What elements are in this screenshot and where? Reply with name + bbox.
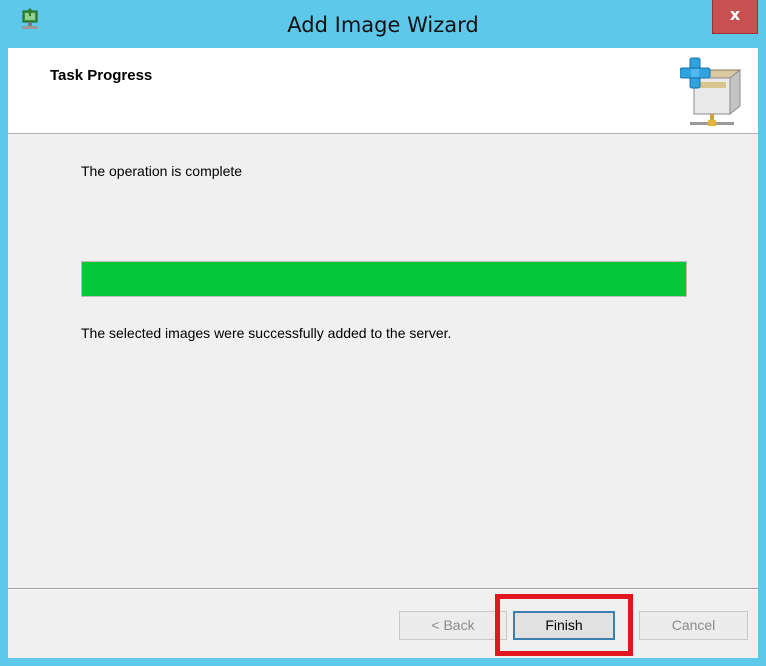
progress-bar-fill [82,262,686,296]
finish-button[interactable]: Finish [513,611,615,640]
result-message: The selected images were successfully ad… [81,325,452,341]
wizard-header: Task Progress [8,48,758,134]
back-button[interactable]: < Back [399,611,507,640]
wizard-window: Add Image Wizard x Task Progress The ope… [0,0,766,666]
cancel-button[interactable]: Cancel [639,611,748,640]
window-title: Add Image Wizard [287,13,479,37]
task-progress-bar [81,261,687,297]
page-title: Task Progress [50,67,153,84]
wizard-client-area: Task Progress The operation is complete [8,48,758,658]
status-message: The operation is complete [81,163,243,179]
add-image-box-icon [680,57,742,126]
close-button[interactable]: x [712,0,758,34]
button-separator [8,588,758,590]
title-bar[interactable]: Add Image Wizard x [0,0,766,48]
